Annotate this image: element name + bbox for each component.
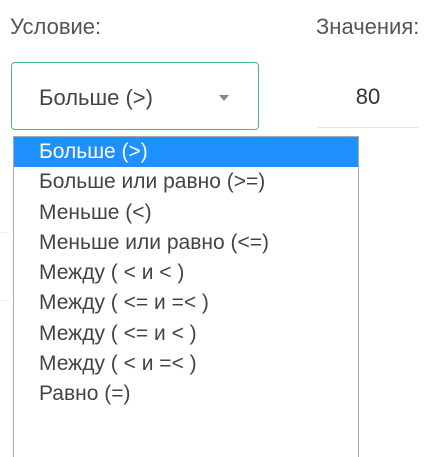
- condition-select-value: Больше (>): [39, 85, 153, 110]
- dropdown-option[interactable]: Равно (=): [14, 379, 358, 409]
- values-label: Значения:: [316, 14, 420, 39]
- value-input[interactable]: [318, 66, 418, 128]
- dropdown-option[interactable]: Больше (>): [14, 137, 358, 168]
- condition-select[interactable]: Больше (>): [11, 62, 259, 130]
- condition-filter-panel: Условие: Значения: Больше (>) Больше (>)…: [0, 0, 447, 457]
- dropdown-option[interactable]: Между ( <= и < ): [14, 319, 358, 349]
- dropdown-option[interactable]: Между ( < и =< ): [14, 349, 358, 379]
- dropdown-option[interactable]: Меньше или равно (<=): [14, 228, 358, 258]
- condition-label: Условие:: [10, 14, 102, 39]
- dropdown-option[interactable]: Между ( <= и =< ): [14, 288, 358, 318]
- divider: [0, 300, 9, 301]
- dropdown-option[interactable]: Меньше (<): [14, 198, 358, 228]
- condition-dropdown-list: Больше (>) Больше или равно (>=) Меньше …: [13, 136, 359, 457]
- caret-down-icon: [219, 95, 229, 101]
- divider: [0, 232, 9, 233]
- dropdown-option[interactable]: Больше или равно (>=): [14, 167, 358, 197]
- dropdown-option[interactable]: Между ( < и < ): [14, 258, 358, 288]
